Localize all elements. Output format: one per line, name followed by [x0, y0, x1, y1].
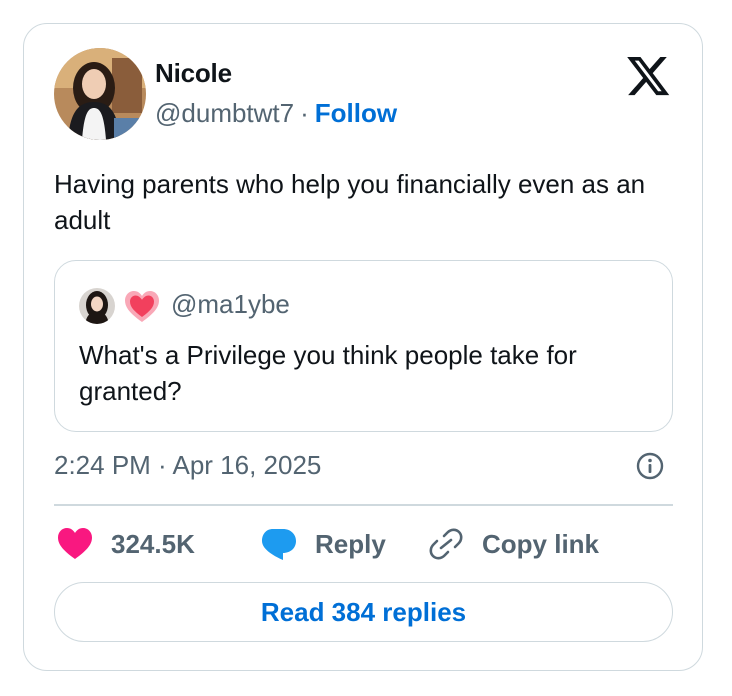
info-icon[interactable]: [635, 451, 665, 481]
x-logo-icon[interactable]: [627, 57, 671, 97]
reply-button[interactable]: Reply: [259, 524, 386, 564]
follow-button[interactable]: Follow: [315, 98, 397, 128]
quoted-author-handle: @ma1ybe: [171, 289, 290, 319]
tweet-embed-card: Nicole @dumbtwt7 · Follow Having parents w…: [23, 23, 703, 671]
separator-dot: ·: [300, 98, 309, 128]
heart-icon: [58, 528, 92, 559]
author-name[interactable]: Nicole: [155, 58, 232, 89]
read-replies-button[interactable]: Read 384 replies: [54, 582, 673, 642]
reply-label: Reply: [315, 528, 386, 559]
copy-link-button[interactable]: Copy link: [428, 524, 599, 564]
link-icon: [429, 528, 463, 560]
quoted-tweet-text: What's a Privilege you think people take…: [79, 340, 577, 406]
heart-emoji-icon: [123, 289, 161, 325]
quoted-tweet[interactable]: @ma1ybe What's a Privilege you think peo…: [54, 260, 673, 432]
author-handle[interactable]: @dumbtwt7: [155, 98, 294, 128]
tweet-text: Having parents who help you financially …: [54, 169, 646, 235]
author-handle-row: @dumbtwt7 · Follow: [155, 98, 397, 129]
quoted-author-avatar: [79, 288, 115, 324]
divider: [54, 504, 673, 506]
speech-bubble-icon: [262, 529, 296, 560]
like-button[interactable]: 324.5K: [57, 524, 195, 564]
like-count: 324.5K: [111, 528, 195, 559]
tweet-timestamp[interactable]: 2:24 PM · Apr 16, 2025: [54, 450, 321, 481]
author-avatar[interactable]: [54, 48, 146, 140]
copy-link-label: Copy link: [482, 528, 600, 559]
